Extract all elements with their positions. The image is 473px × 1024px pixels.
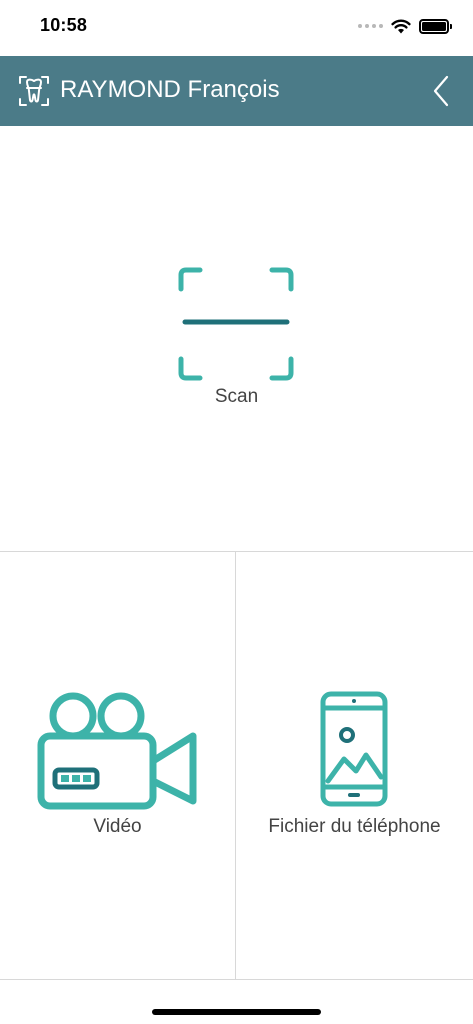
battery-icon <box>419 18 452 34</box>
app-header: RAYMOND François <box>0 56 473 126</box>
cellular-signal-icon <box>358 24 383 28</box>
chevron-left-icon[interactable] <box>429 72 453 110</box>
scan-label: Scan <box>214 386 259 407</box>
video-label: Vidéo <box>93 816 142 837</box>
patient-name-title: RAYMOND François <box>60 76 280 103</box>
status-bar: 10:58 <box>0 0 473 56</box>
media-options: Vidéo Fichier du téléphone <box>0 552 473 980</box>
video-camera-icon <box>37 692 197 810</box>
scan-button[interactable]: Scan <box>0 126 473 552</box>
home-indicator <box>152 1009 321 1015</box>
status-time: 10:58 <box>40 15 88 35</box>
wifi-icon <box>391 19 411 33</box>
phone-gallery-icon <box>320 691 388 807</box>
phone-file-label: Fichier du téléphone <box>268 816 441 837</box>
video-button[interactable]: Vidéo <box>0 552 236 979</box>
tooth-scan-icon <box>19 76 49 106</box>
scan-frame-icon <box>178 267 294 381</box>
status-icons <box>358 16 452 36</box>
